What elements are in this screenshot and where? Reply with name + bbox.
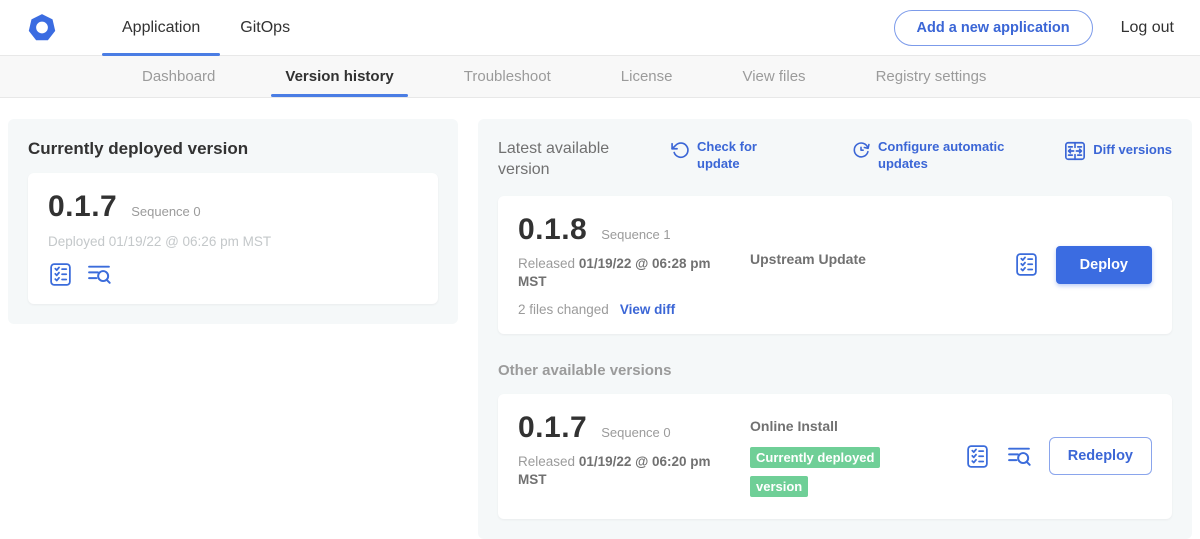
tab-application[interactable]: Application [102, 0, 220, 55]
logout-link[interactable]: Log out [1121, 19, 1174, 37]
deployed-panel-title: Currently deployed version [28, 139, 438, 159]
release-notes-icon[interactable] [48, 262, 73, 287]
latest-released-timestamp: Released 01/19/22 @ 06:28 pm MST [518, 255, 736, 291]
other-sequence-label: Sequence 0 [601, 425, 670, 440]
deployed-version-card: 0.1.7 Sequence 0 Deployed 01/19/22 @ 06:… [28, 173, 438, 304]
configure-automatic-updates-label: Configure automatic updates [878, 139, 1018, 173]
redeploy-button[interactable]: Redeploy [1049, 437, 1152, 475]
top-nav-tabs: Application GitOps [102, 0, 310, 55]
clock-refresh-icon [851, 140, 871, 160]
other-version-number: 0.1.7 [518, 411, 587, 445]
currently-deployed-badge: Currently deployed version [750, 447, 880, 497]
deploy-button[interactable]: Deploy [1056, 246, 1152, 284]
deployed-sequence-label: Sequence 0 [131, 204, 200, 219]
top-nav-right: Add a new application Log out [894, 0, 1174, 55]
release-notes-icon[interactable] [1014, 252, 1039, 277]
view-logs-icon[interactable] [1007, 444, 1032, 469]
deployed-version-number: 0.1.7 [48, 190, 117, 224]
other-source-label: Online Install [750, 418, 965, 434]
subnav-item-registry-settings[interactable]: Registry settings [876, 56, 987, 97]
subnav-item-license[interactable]: License [621, 56, 673, 97]
main-content: Currently deployed version 0.1.7 Sequenc… [0, 98, 1200, 539]
other-version-card: 0.1.7 Sequence 0 Released 01/19/22 @ 06:… [498, 394, 1172, 519]
refresh-icon [670, 140, 690, 160]
other-released-timestamp: Released 01/19/22 @ 06:20 pm MST [518, 453, 736, 489]
other-versions-title: Other available versions [498, 362, 1172, 379]
configure-automatic-updates-link[interactable]: Configure automatic updates [851, 139, 1018, 173]
latest-sequence-label: Sequence 1 [601, 227, 670, 242]
latest-source-label: Upstream Update [750, 251, 866, 267]
subnav-item-troubleshoot[interactable]: Troubleshoot [464, 56, 551, 97]
split-diff-icon [1064, 140, 1086, 162]
add-new-application-button[interactable]: Add a new application [894, 10, 1093, 46]
files-changed-label: 2 files changed [518, 302, 609, 317]
subnav-item-version-history[interactable]: Version history [285, 56, 393, 97]
subnav-item-view-files[interactable]: View files [742, 56, 805, 97]
available-updates-panel: Latest available version Check for updat… [478, 119, 1192, 539]
check-for-update-link[interactable]: Check for update [670, 139, 769, 173]
view-diff-link[interactable]: View diff [620, 302, 675, 317]
top-nav: Application GitOps Add a new application… [0, 0, 1200, 56]
latest-version-card: 0.1.8 Sequence 1 Released 01/19/22 @ 06:… [498, 196, 1172, 334]
view-logs-icon[interactable] [87, 262, 112, 287]
subnav-item-dashboard[interactable]: Dashboard [142, 56, 215, 97]
currently-deployed-panel: Currently deployed version 0.1.7 Sequenc… [8, 119, 458, 324]
diff-versions-link[interactable]: Diff versions [1064, 139, 1172, 162]
deployed-timestamp: Deployed 01/19/22 @ 06:26 pm MST [48, 234, 418, 249]
diff-versions-label: Diff versions [1093, 142, 1172, 159]
latest-available-title: Latest available version [498, 139, 636, 181]
app-logo-icon [26, 0, 58, 55]
latest-version-number: 0.1.8 [518, 213, 587, 247]
app-subnav: Dashboard Version history Troubleshoot L… [0, 56, 1200, 98]
tab-gitops[interactable]: GitOps [220, 0, 310, 55]
updates-header: Latest available version Check for updat… [498, 139, 1172, 181]
release-notes-icon[interactable] [965, 444, 990, 469]
check-for-update-label: Check for update [697, 139, 769, 173]
